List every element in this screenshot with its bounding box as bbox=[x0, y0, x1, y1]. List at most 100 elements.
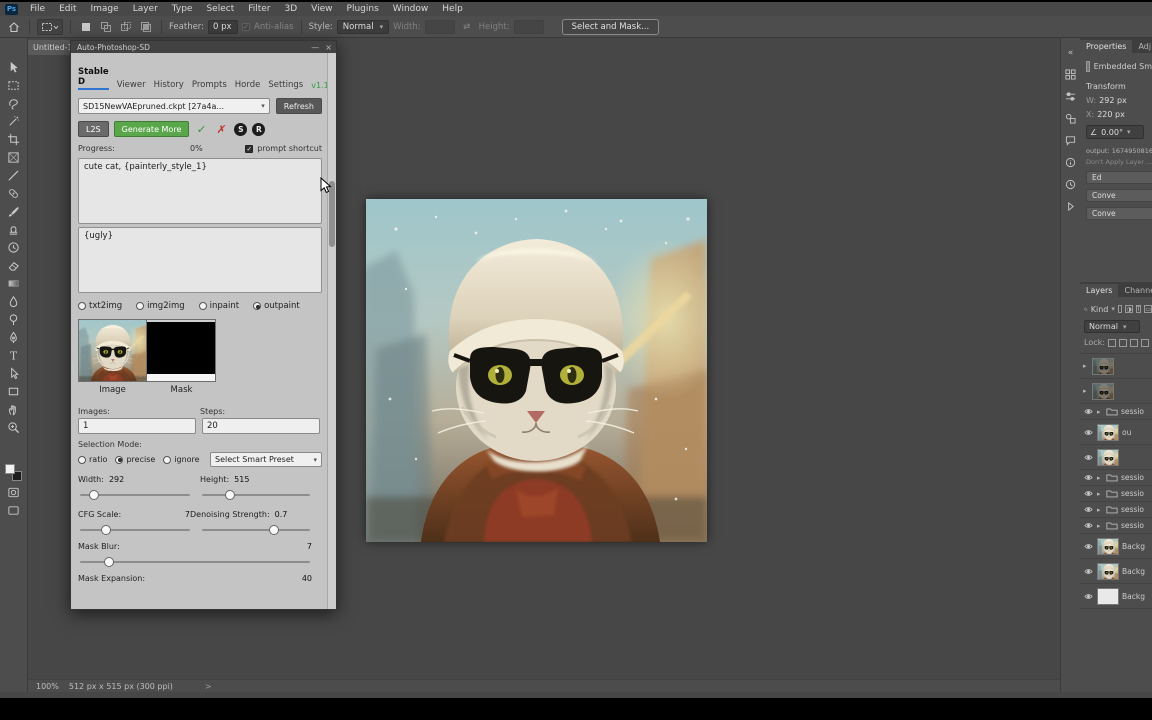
mode-txt2img[interactable]: txt2img bbox=[78, 301, 122, 311]
generate-more-button[interactable]: Generate More bbox=[113, 121, 190, 137]
tab-stable-diffusion[interactable]: Stable D bbox=[78, 67, 109, 90]
menu-view[interactable]: View bbox=[304, 2, 339, 16]
layer-row[interactable]: ▸ sessio bbox=[1080, 502, 1152, 518]
mode-outpaint[interactable]: outpaint bbox=[253, 301, 300, 311]
antialias-checkbox[interactable]: ✓ Anti-alias bbox=[242, 22, 294, 32]
lock-pixels-icon[interactable] bbox=[1118, 338, 1127, 347]
comments-icon[interactable] bbox=[1064, 134, 1078, 147]
tab-channels[interactable]: Channels bbox=[1118, 284, 1152, 297]
negative-prompt-textarea[interactable]: {ugly} bbox=[78, 227, 322, 293]
rotation-field[interactable]: ∠ 0.00° ▾ bbox=[1086, 125, 1144, 139]
visibility-eye-icon[interactable] bbox=[1083, 429, 1094, 436]
dodge-tool[interactable] bbox=[6, 312, 22, 326]
zoom-tool[interactable] bbox=[6, 420, 22, 434]
menu-filter[interactable]: Filter bbox=[241, 2, 277, 16]
chevron-right-icon[interactable]: ▸ bbox=[1097, 408, 1103, 416]
layer-row[interactable]: ▸ sessio bbox=[1080, 486, 1152, 502]
menu-type[interactable]: Type bbox=[165, 2, 200, 16]
tab-horde[interactable]: Horde bbox=[235, 80, 261, 90]
layer-row[interactable]: ▸ sessio bbox=[1080, 518, 1152, 534]
tab-settings[interactable]: Settings bbox=[268, 80, 303, 90]
select-and-mask-button[interactable]: Select and Mask... bbox=[561, 18, 660, 35]
selection-intersect-icon[interactable] bbox=[138, 19, 154, 35]
history-brush-tool[interactable] bbox=[6, 240, 22, 254]
actions-icon[interactable] bbox=[1064, 200, 1078, 213]
init-image-thumbnail[interactable] bbox=[78, 319, 147, 382]
prompt-shortcut-checkbox[interactable]: ✓ prompt shortcut bbox=[245, 144, 322, 153]
collapse-panels-icon[interactable]: « bbox=[1064, 46, 1078, 59]
height-input[interactable] bbox=[513, 19, 544, 34]
shape-tool[interactable] bbox=[6, 384, 22, 398]
tab-prompts[interactable]: Prompts bbox=[192, 80, 227, 90]
convert-button-2[interactable]: Conve bbox=[1086, 207, 1152, 220]
images-input[interactable] bbox=[78, 418, 196, 434]
pen-tool[interactable] bbox=[6, 330, 22, 344]
edit-contents-button[interactable]: Ed bbox=[1086, 171, 1152, 184]
chevron-right-icon[interactable]: ▸ bbox=[1083, 362, 1089, 370]
brush-tool[interactable] bbox=[6, 204, 22, 218]
libraries-icon[interactable] bbox=[1064, 112, 1078, 125]
selection-ratio[interactable]: ratio bbox=[78, 455, 107, 464]
canvas-image[interactable] bbox=[366, 199, 707, 542]
accept-result-icon[interactable]: ✓ bbox=[193, 122, 210, 137]
swap-dimensions-icon[interactable]: ⇄ bbox=[459, 19, 475, 35]
clone-stamp-tool[interactable] bbox=[6, 222, 22, 236]
layer-thumbnail[interactable] bbox=[1092, 382, 1114, 400]
document-tab[interactable]: Untitled-1... bbox=[28, 40, 75, 55]
eyedropper-tool[interactable] bbox=[6, 168, 22, 182]
blur-tool[interactable] bbox=[6, 294, 22, 308]
selection-new-icon[interactable] bbox=[78, 19, 94, 35]
layer-thumbnail[interactable] bbox=[1097, 537, 1119, 555]
chevron-right-icon[interactable]: ▸ bbox=[1097, 474, 1103, 482]
denoise-slider[interactable] bbox=[200, 523, 312, 537]
menu-help[interactable]: Help bbox=[435, 2, 470, 16]
scrollbar-thumb[interactable] bbox=[329, 181, 335, 247]
mask-thumbnail[interactable] bbox=[147, 319, 216, 382]
lock-all-icon[interactable] bbox=[1140, 338, 1149, 347]
tab-adjustments[interactable]: Adj bbox=[1132, 40, 1152, 53]
panel-minimize-icon[interactable]: — bbox=[311, 43, 319, 52]
selection-ignore[interactable]: ignore bbox=[163, 455, 200, 464]
layer-row[interactable]: ▸ sessio bbox=[1080, 470, 1152, 486]
foreground-color-swatch[interactable] bbox=[5, 464, 15, 474]
r-badge-icon[interactable]: R bbox=[252, 122, 266, 136]
layer-row[interactable]: Backg bbox=[1080, 559, 1152, 584]
layer-thumbnail[interactable] bbox=[1097, 587, 1119, 605]
zoom-level[interactable]: 100% bbox=[36, 682, 59, 691]
visibility-eye-icon[interactable] bbox=[1083, 593, 1094, 600]
selection-precise[interactable]: precise bbox=[115, 455, 155, 464]
cfg-slider[interactable] bbox=[78, 523, 192, 537]
height-slider[interactable] bbox=[200, 488, 312, 502]
panel-close-icon[interactable]: × bbox=[325, 43, 332, 52]
x-readout[interactable]: X: 220 px bbox=[1086, 110, 1152, 119]
menu-file[interactable]: File bbox=[23, 2, 52, 16]
healing-brush-tool[interactable] bbox=[6, 186, 22, 200]
layer-row[interactable]: Backg bbox=[1080, 534, 1152, 559]
screen-mode-button[interactable] bbox=[6, 503, 22, 517]
status-options-arrow-icon[interactable]: > bbox=[205, 682, 212, 691]
move-tool[interactable] bbox=[6, 60, 22, 74]
layer-row[interactable]: ou bbox=[1080, 420, 1152, 445]
layer-row[interactable] bbox=[1080, 445, 1152, 470]
layer-row[interactable]: ▸ sessio bbox=[1080, 404, 1152, 420]
feather-input[interactable]: 0 px bbox=[208, 19, 239, 34]
menu-window[interactable]: Window bbox=[386, 2, 436, 16]
selection-add-icon[interactable] bbox=[98, 19, 114, 35]
menu-3d[interactable]: 3D bbox=[278, 2, 305, 16]
style-select[interactable]: Normal ▾ bbox=[336, 19, 390, 34]
chevron-right-icon[interactable]: ▸ bbox=[1083, 387, 1089, 395]
visibility-eye-icon[interactable] bbox=[1083, 522, 1094, 529]
layer-row[interactable]: ▸ bbox=[1080, 379, 1152, 404]
filter-type-icon[interactable]: T bbox=[1135, 305, 1142, 313]
mode-img2img[interactable]: img2img bbox=[136, 301, 185, 311]
visibility-eye-icon[interactable] bbox=[1083, 543, 1094, 550]
tool-preset-icon[interactable] bbox=[37, 18, 63, 35]
menu-layer[interactable]: Layer bbox=[126, 2, 165, 16]
chevron-right-icon[interactable]: ▸ bbox=[1097, 490, 1103, 498]
menu-plugins[interactable]: Plugins bbox=[340, 2, 386, 16]
lock-position-icon[interactable] bbox=[1129, 338, 1138, 347]
tab-viewer[interactable]: Viewer bbox=[117, 80, 146, 90]
filter-pixel-icon[interactable] bbox=[1117, 305, 1123, 313]
layer-thumbnail[interactable] bbox=[1097, 423, 1119, 441]
kind-filter-select[interactable]: Kind bbox=[1091, 305, 1109, 314]
